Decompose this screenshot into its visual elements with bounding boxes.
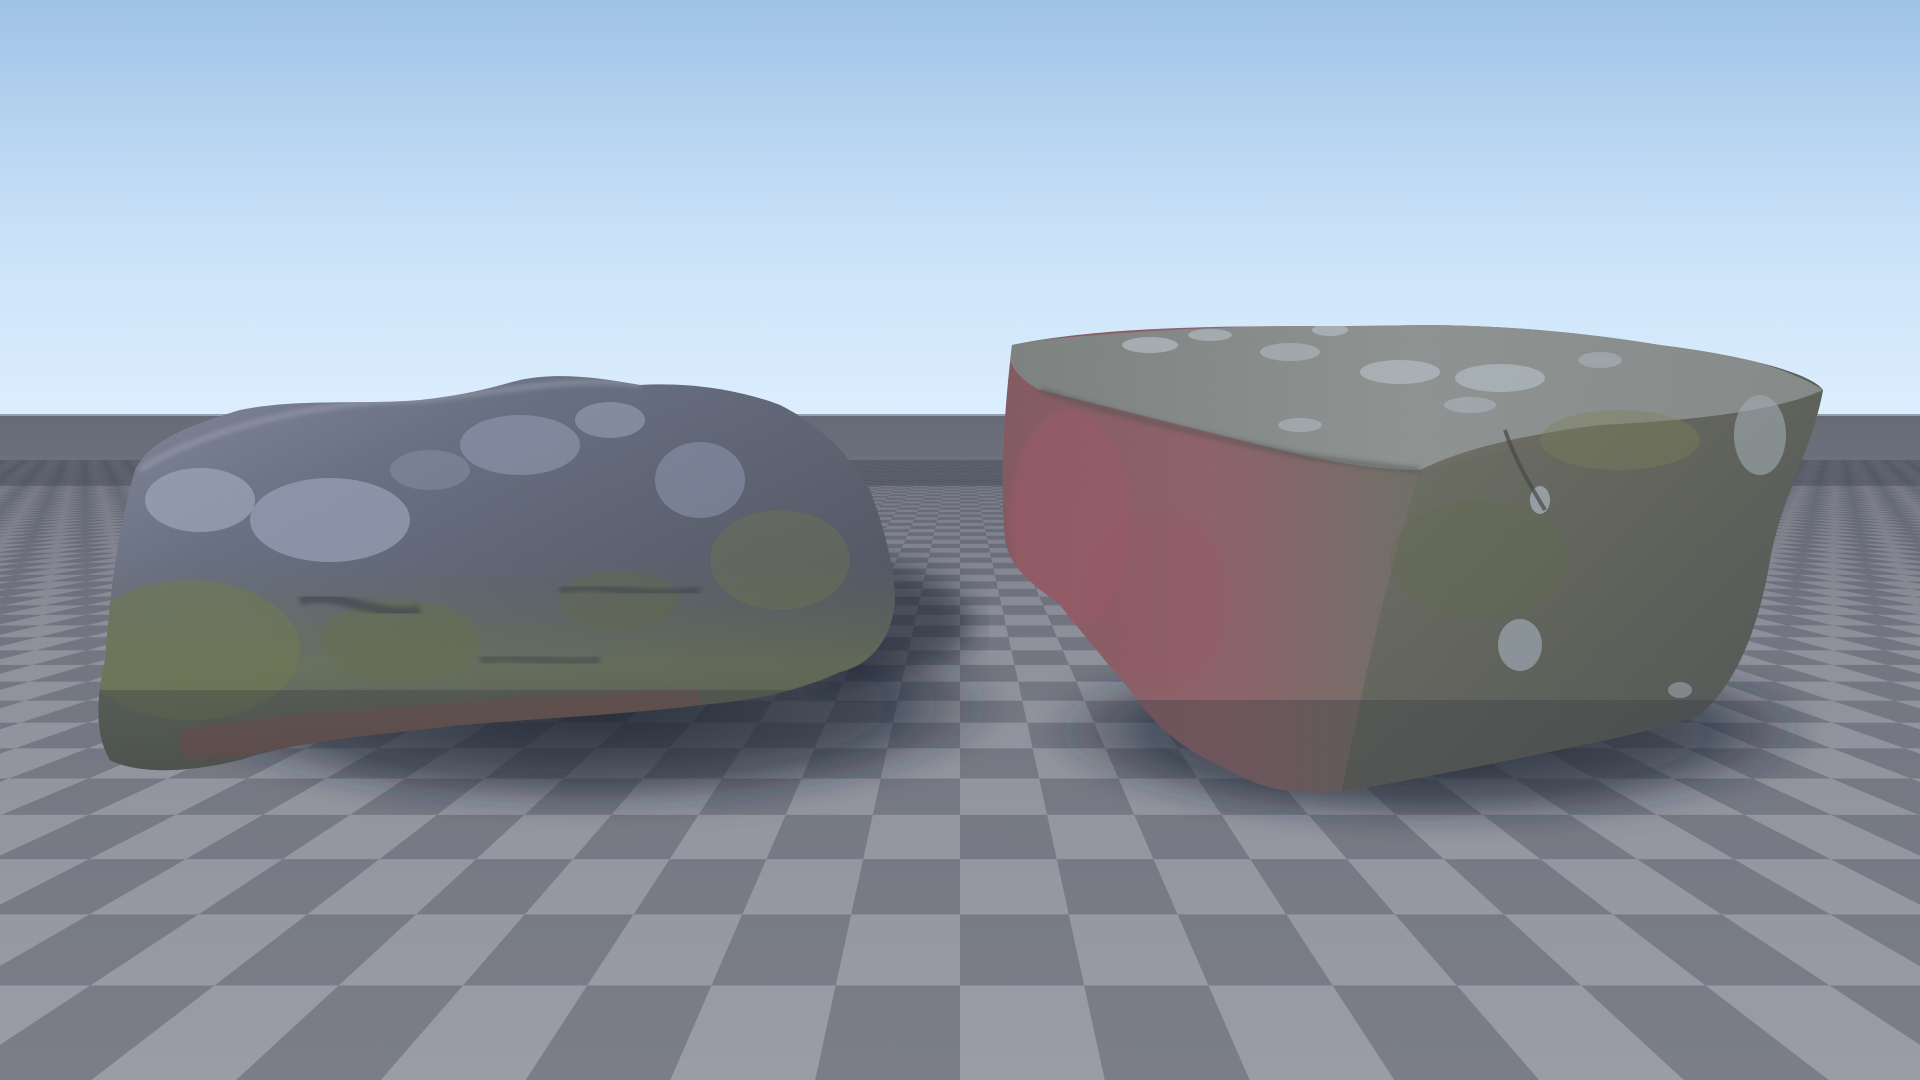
- scene-render: [0, 0, 1920, 1080]
- 3d-viewport[interactable]: [0, 0, 1920, 1080]
